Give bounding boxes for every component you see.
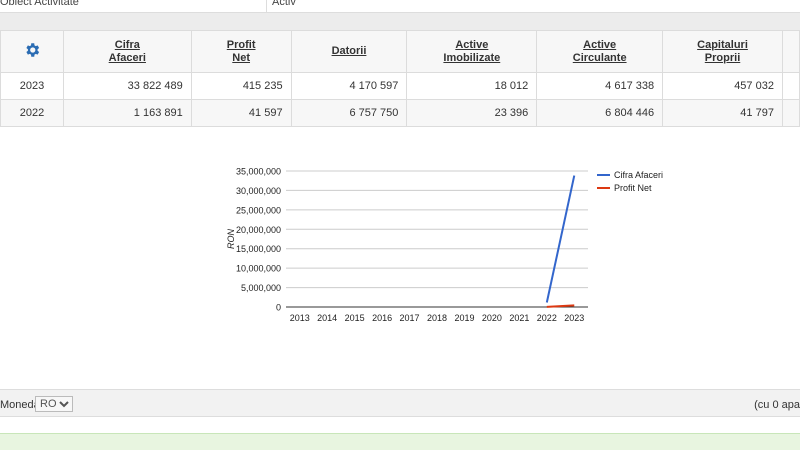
table-row: 2022 1 163 891 41 597 6 757 750 23 396 6…: [0, 99, 800, 127]
table-cell: 6 757 750: [290, 99, 408, 127]
y-tick-label: 5,000,000: [241, 283, 281, 293]
currency-select[interactable]: RON: [35, 396, 73, 412]
year-cell: 2022: [0, 99, 64, 127]
col-extra: [781, 30, 800, 73]
col-active-circulante[interactable]: Active Circulante: [536, 30, 664, 73]
table-cell: 33 822 489: [62, 72, 192, 100]
col-label: Net: [232, 51, 251, 64]
col-label: Proprii: [704, 51, 741, 64]
y-tick-label: 0: [276, 303, 281, 313]
x-tick-label: 2016: [372, 313, 392, 323]
x-tick-label: 2018: [427, 313, 447, 323]
currency-label: Moneda: [0, 399, 40, 411]
notice-bar: [0, 433, 800, 450]
col-label: Capitaluri: [697, 38, 748, 51]
col-datorii[interactable]: Datorii: [290, 30, 408, 73]
table-cell: 415 235: [190, 72, 292, 100]
x-tick-label: 2014: [317, 313, 337, 323]
activity-label: Obiect Activitate: [0, 0, 79, 8]
y-tick-label: 35,000,000: [236, 167, 281, 177]
col-capitaluri-proprii[interactable]: Capitaluri Proprii: [662, 30, 783, 73]
gear-icon[interactable]: [23, 41, 41, 59]
activity-value[interactable]: Activ: [272, 0, 296, 8]
series-line: [545, 175, 576, 303]
x-tick-label: 2023: [564, 313, 584, 323]
y-axis-label: RON: [226, 229, 236, 250]
table-cell: 6 804 446: [536, 99, 664, 127]
col-profit-net[interactable]: Profit Net: [190, 30, 292, 73]
divider: [266, 0, 267, 13]
col-active-imobilizate[interactable]: Active Imobilizate: [406, 30, 538, 73]
x-tick-label: 2019: [454, 313, 474, 323]
col-cifra-afaceri[interactable]: Cifra Afaceri: [62, 30, 192, 73]
col-label: Imobilizate: [443, 51, 501, 64]
col-label: Cifra: [114, 38, 140, 51]
legend-entry: Cifra Afaceri: [614, 170, 663, 180]
y-tick-label: 15,000,000: [236, 244, 281, 254]
col-label: Circulante: [572, 51, 627, 64]
toolbar-band: [0, 13, 800, 30]
table-cell: 41 597: [190, 99, 292, 127]
table-cell: 41 797: [662, 99, 783, 127]
table-row: 2023 33 822 489 415 235 4 170 597 18 012…: [0, 72, 800, 100]
y-tick-label: 20,000,000: [236, 225, 281, 235]
table-header-row: Cifra Afaceri Profit Net Datorii Active Imo…: [0, 30, 800, 73]
x-tick-label: 2015: [345, 313, 365, 323]
table-cell: 4 170 597: [290, 72, 408, 100]
filter-bar: Obiect Activitate Activ: [0, 0, 800, 13]
table-cell: 4 617 338: [536, 72, 664, 100]
table-cell: 457 032: [662, 72, 783, 100]
col-label: Datorii: [331, 45, 367, 57]
legend-entry: Profit Net: [614, 183, 652, 193]
x-tick-label: 2017: [400, 313, 420, 323]
line-chart: 0 5,000,000 10,000,000 15,000,000 20,000,000…: [226, 167, 663, 324]
table-cell: [781, 72, 800, 100]
year-cell: 2023: [0, 72, 64, 100]
table-cell: 18 012: [406, 72, 538, 100]
x-tick-label: 2021: [509, 313, 529, 323]
y-tick-label: 25,000,000: [236, 205, 281, 215]
table-cell: 1 163 891: [62, 99, 192, 127]
x-tick-label: 2022: [537, 313, 557, 323]
col-label: Active: [455, 38, 489, 51]
x-tick-label: 2020: [482, 313, 502, 323]
col-label: Profit: [226, 38, 256, 51]
settings-header[interactable]: [0, 30, 64, 73]
financial-table: Cifra Afaceri Profit Net Datorii Active Imo…: [0, 30, 800, 127]
records-count: (cu 0 apa: [754, 399, 800, 411]
col-label: Afaceri: [108, 51, 146, 64]
y-tick-label: 30,000,000: [236, 186, 281, 196]
col-label: Active: [583, 38, 617, 51]
footer-bar: Moneda RON (cu 0 apa: [0, 389, 800, 417]
x-tick-label: 2013: [290, 313, 310, 323]
y-tick-label: 10,000,000: [236, 264, 281, 274]
table-cell: [781, 99, 800, 127]
table-cell: 23 396: [406, 99, 538, 127]
